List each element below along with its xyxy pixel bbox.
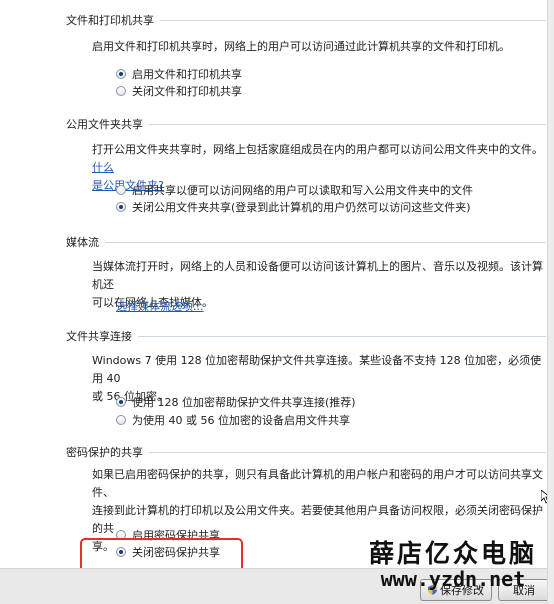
file-sharing-description-line1: Windows 7 使用 128 位加密帮助保护文件共享连接。某些设备不支持 1… — [92, 354, 542, 385]
public-folder-description-text: 打开公用文件夹共享时，网络上包括家庭组成员在内的用户都可以访问公用文件夹中的文件… — [92, 143, 543, 156]
radio-button[interactable] — [116, 185, 126, 195]
radio-40-56-bit-encryption[interactable]: 为使用 40 或 56 位加密的设备启用文件共享 — [116, 413, 350, 427]
section-divider — [160, 19, 546, 21]
watermark-title: 薛店亿众电脑 — [368, 539, 537, 568]
section-divider — [105, 241, 546, 243]
radio-128-bit-encryption[interactable]: 使用 128 位加密帮助保护文件共享连接(推荐) — [116, 395, 356, 409]
choose-media-streaming-options-link[interactable]: 选择媒体流选项... — [116, 298, 204, 314]
vertical-scrollbar[interactable] — [547, 0, 554, 603]
section-title-public-folder: 公用文件夹共享 — [66, 118, 143, 131]
section-title-file-printer: 文件和打印机共享 — [66, 14, 154, 27]
section-title-file-sharing-connections: 文件共享连接 — [66, 330, 132, 343]
watermark-url: www.yzdn.net — [380, 567, 526, 591]
radio-button-checked[interactable] — [116, 202, 126, 212]
watermark: 薛店亿众电脑 www.yzdn.net — [355, 539, 551, 591]
radio-label: 为使用 40 或 56 位加密的设备启用文件共享 — [132, 414, 350, 427]
section-header-password-protected: 密码保护的共享 — [66, 444, 546, 460]
radio-disable-public-folder[interactable]: 关闭公用文件夹共享(登录到此计算机的用户仍然可以访问这些文件夹) — [116, 200, 471, 214]
section-header-media: 媒体流 — [66, 234, 546, 250]
section-header-file-sharing-connections: 文件共享连接 — [66, 328, 546, 344]
radio-enable-public-folder[interactable]: 启用共享以便可以访问网络的用户可以读取和写入公用文件夹中的文件 — [116, 183, 473, 197]
radio-label: 启用共享以便可以访问网络的用户可以读取和写入公用文件夹中的文件 — [132, 184, 473, 197]
section-header-file-printer: 文件和打印机共享 — [66, 12, 546, 28]
radio-label: 启用文件和打印机共享 — [132, 68, 242, 81]
radio-button-checked[interactable] — [116, 69, 126, 79]
radio-button[interactable] — [116, 86, 126, 96]
radio-disable-file-printer[interactable]: 关闭文件和打印机共享 — [116, 84, 242, 98]
radio-label: 使用 128 位加密帮助保护文件共享连接(推荐) — [132, 396, 356, 409]
radio-enable-file-printer[interactable]: 启用文件和打印机共享 — [116, 67, 242, 81]
radio-label: 关闭公用文件夹共享(登录到此计算机的用户仍然可以访问这些文件夹) — [132, 201, 471, 214]
password-description-line1: 如果已启用密码保护的共享，则只有具备此计算机的用户帐户和密码的用户才可以访问共享… — [92, 468, 543, 499]
media-description-line1: 当媒体流打开时，网络上的人员和设备便可以访问该计算机上的图片、音乐以及视频。该计… — [92, 260, 543, 291]
advanced-sharing-settings-page: 文件和打印机共享 启用文件和打印机共享时，网络上的用户可以访问通过此计算机共享的… — [0, 0, 554, 604]
file-printer-description: 启用文件和打印机共享时，网络上的用户可以访问通过此计算机共享的文件和打印机。 — [92, 40, 510, 53]
section-divider — [138, 335, 546, 337]
radio-button[interactable] — [116, 415, 126, 425]
section-title-media: 媒体流 — [66, 236, 99, 249]
radio-label: 关闭文件和打印机共享 — [132, 85, 242, 98]
section-header-public-folder: 公用文件夹共享 — [66, 116, 546, 132]
section-divider — [149, 451, 546, 453]
section-title-password-protected: 密码保护的共享 — [66, 446, 143, 459]
section-divider — [149, 123, 546, 125]
radio-button-checked[interactable] — [116, 397, 126, 407]
